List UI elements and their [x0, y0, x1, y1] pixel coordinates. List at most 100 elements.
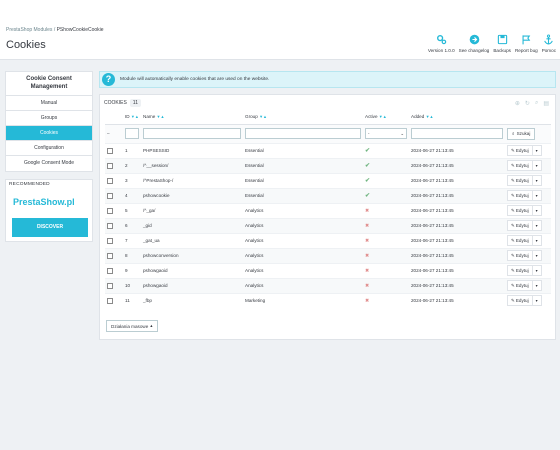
bulk-actions-button[interactable]: Działania masowe ▴ [106, 320, 158, 332]
column-group[interactable]: Group ▼▲ [243, 110, 363, 124]
search-button[interactable]: ⌕ Szukaj [507, 127, 536, 140]
cell-name: /^__session/ [141, 157, 243, 173]
edit-button[interactable]: ✎ Edytuj [508, 221, 533, 230]
edit-button[interactable]: ✎ Edytuj [508, 176, 533, 185]
filter-added-input[interactable] [411, 128, 503, 139]
row-checkbox[interactable] [107, 237, 113, 244]
row-actions-dropdown[interactable]: ▾ [533, 238, 541, 243]
row-checkbox[interactable] [107, 222, 113, 229]
column-name[interactable]: Name ▼▲ [141, 110, 243, 124]
breadcrumb-parent[interactable]: PrestaShop Modules [6, 27, 52, 33]
edit-button[interactable]: ✎ Edytuj [508, 191, 533, 200]
cross-icon[interactable]: ✖ [365, 268, 369, 274]
row-checkbox[interactable] [107, 267, 113, 274]
pencil-icon: ✎ [511, 177, 515, 183]
edit-button[interactable]: ✎ Edytuj [508, 281, 533, 290]
breadcrumb-current: PShowCookieCookie [56, 27, 104, 33]
cross-icon[interactable]: ✖ [365, 253, 369, 259]
edit-button[interactable]: ✎ Edytuj [508, 266, 533, 275]
row-checkbox[interactable] [107, 177, 113, 184]
edit-button[interactable]: ✎ Edytuj [508, 161, 533, 170]
row-checkbox[interactable] [107, 282, 113, 289]
sql-icon[interactable]: ⌕ [535, 100, 538, 107]
cell-name: pshowgaoid [141, 262, 243, 278]
column-id[interactable]: ID ▼▲ [123, 110, 141, 124]
sort-icon: ▼▲ [259, 114, 267, 120]
caret-down-icon: ▾ [535, 298, 538, 304]
cell-active[interactable]: ✖ [363, 292, 409, 308]
version-button[interactable]: Version 1.0.0 [428, 34, 455, 53]
check-icon[interactable]: ✔ [365, 178, 370, 184]
cell-active[interactable]: ✖ [363, 202, 409, 218]
cookies-table: ID ▼▲ Name ▼▲ Group ▼▲ Active ▼▲ Added ▼… [105, 110, 551, 308]
cell-active[interactable]: ✔ [363, 187, 409, 203]
sidebar-item-configuration[interactable]: Configuration [6, 141, 92, 156]
check-icon[interactable]: ✔ [365, 163, 370, 169]
cell-active[interactable]: ✖ [363, 262, 409, 278]
column-added[interactable]: Added ▼▲ [409, 110, 505, 124]
filter-active-select[interactable]: - ⌄ [365, 128, 407, 139]
table-row: 7 _gat_ua Analytics ✖ 2024-06-27 21:13:45 ✎ Ed… [105, 232, 551, 248]
filter-id-input[interactable] [125, 128, 139, 139]
sidebar-item-google-consent-mode[interactable]: Google Consent Mode [6, 156, 92, 171]
cell-active[interactable]: ✖ [363, 277, 409, 293]
row-actions-dropdown[interactable]: ▾ [533, 298, 541, 303]
refresh-icon[interactable]: ↻ [525, 100, 530, 107]
cross-icon[interactable]: ✖ [365, 238, 369, 244]
caret-down-icon: ▾ [535, 283, 538, 288]
cell-active[interactable]: ✔ [363, 172, 409, 188]
row-checkbox[interactable] [107, 207, 113, 214]
cell-active[interactable]: ✔ [363, 157, 409, 173]
backups-button[interactable]: Backups [493, 34, 511, 53]
cell-active[interactable]: ✔ [363, 142, 409, 158]
edit-button[interactable]: ✎ Edytuj [508, 206, 533, 215]
edit-button[interactable]: ✎ Edytuj [508, 236, 533, 245]
row-checkbox[interactable] [107, 252, 113, 259]
row-actions-dropdown[interactable]: ▾ [533, 178, 541, 183]
cross-icon[interactable]: ✖ [365, 283, 369, 289]
row-actions-dropdown[interactable]: ▾ [533, 268, 541, 273]
row-actions-dropdown[interactable]: ▾ [533, 148, 541, 153]
caret-down-icon: ▾ [535, 253, 538, 258]
sidebar-item-manual[interactable]: Manual [6, 96, 92, 111]
row-checkbox[interactable] [107, 162, 113, 169]
filter-name-input[interactable] [143, 128, 241, 139]
cross-icon[interactable]: ✖ [365, 298, 369, 304]
column-active[interactable]: Active ▼▲ [363, 110, 409, 124]
row-actions-dropdown[interactable]: ▾ [533, 223, 541, 228]
cell-name: pshowgaoid [141, 277, 243, 293]
help-button[interactable]: Pomoc [542, 34, 556, 53]
discover-button[interactable]: DISCOVER [12, 218, 88, 237]
row-actions-dropdown[interactable]: ▾ [533, 253, 541, 258]
cell-active[interactable]: ✖ [363, 232, 409, 248]
sidebar-item-groups[interactable]: Groups [6, 111, 92, 126]
cell-id: 1 [123, 142, 141, 158]
sidebar-item-cookies[interactable]: Cookies [6, 126, 92, 141]
filter-group-input[interactable] [245, 128, 361, 139]
cell-name: pshowconversion [141, 247, 243, 263]
row-actions-dropdown[interactable]: ▾ [533, 163, 541, 168]
row-actions-dropdown[interactable]: ▾ [533, 193, 541, 198]
row-checkbox[interactable] [107, 192, 113, 199]
check-icon[interactable]: ✔ [365, 148, 370, 154]
row-checkbox[interactable] [107, 297, 113, 304]
cell-active[interactable]: ✖ [363, 247, 409, 263]
edit-button[interactable]: ✎ Edytuj [508, 251, 533, 260]
pencil-icon: ✎ [511, 147, 515, 153]
check-icon[interactable]: ✔ [365, 193, 370, 199]
changelog-button[interactable]: See changelog [459, 34, 489, 53]
edit-button[interactable]: ✎ Edytuj [508, 146, 533, 155]
cell-added: 2024-06-27 21:13:45 [409, 277, 505, 293]
cross-icon[interactable]: ✖ [365, 223, 369, 229]
table-header-row: ID ▼▲ Name ▼▲ Group ▼▲ Active ▼▲ Added ▼… [105, 110, 551, 124]
cell-active[interactable]: ✖ [363, 217, 409, 233]
edit-button[interactable]: ✎ Edytuj [508, 296, 533, 306]
add-icon[interactable]: ⊕ [515, 100, 520, 107]
row-checkbox[interactable] [107, 147, 113, 154]
cross-icon[interactable]: ✖ [365, 208, 369, 214]
row-actions-dropdown[interactable]: ▾ [533, 208, 541, 213]
report-bug-button[interactable]: Report bug [515, 34, 538, 53]
row-actions-dropdown[interactable]: ▾ [533, 283, 541, 288]
cell-name: _fbp [141, 292, 243, 308]
export-icon[interactable]: ▤ [543, 100, 549, 107]
